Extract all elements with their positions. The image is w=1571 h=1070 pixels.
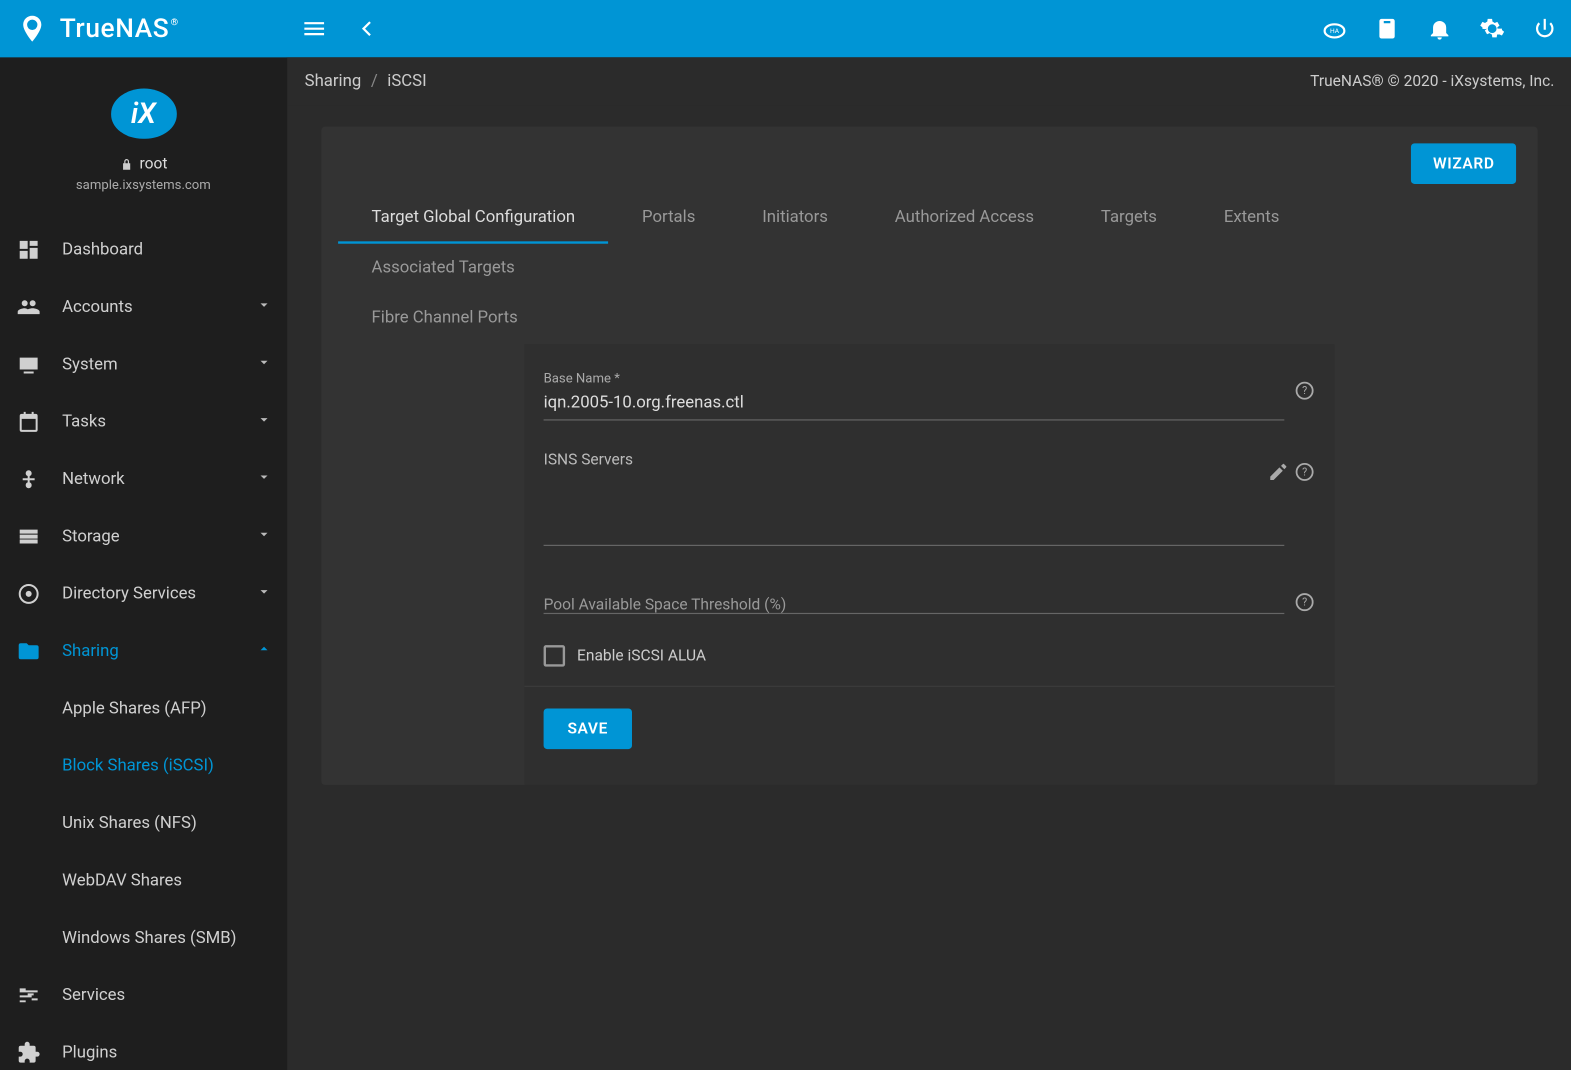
alua-label: Enable iSCSI ALUA <box>577 647 706 665</box>
crumb-separator: / <box>371 72 378 91</box>
tab-target-global[interactable]: Target Global Configuration <box>338 194 608 244</box>
sidebar-item-dashboard[interactable]: Dashboard <box>0 221 287 278</box>
crumb-sharing[interactable]: Sharing <box>305 72 362 91</box>
copyright: TrueNAS® © 2020 - iXsystems, Inc. <box>1310 72 1554 90</box>
ix-logo-block: iX root sample.ixsystems.com <box>0 57 287 204</box>
chevron-down-icon <box>256 354 273 376</box>
sidebar-sub-webdav[interactable]: WebDAV Shares <box>0 852 287 909</box>
svg-text:?: ? <box>1302 596 1307 609</box>
sidebar-sub-afp[interactable]: Apple Shares (AFP) <box>0 680 287 737</box>
svg-text:HA: HA <box>1330 27 1340 35</box>
ix-logo-icon: iX <box>111 88 177 138</box>
help-icon[interactable]: ? <box>1294 461 1316 487</box>
network-icon <box>14 465 43 494</box>
help-icon[interactable]: ? <box>1294 591 1316 617</box>
sidebar-sub-iscsi[interactable]: Block Shares (iSCSI) <box>0 737 287 794</box>
truenas-logo-icon <box>17 13 48 44</box>
isns-servers-input[interactable] <box>544 477 1285 546</box>
system-icon <box>14 350 43 379</box>
chevron-down-icon <box>256 526 273 548</box>
sidebar-item-tasks[interactable]: Tasks <box>0 393 287 450</box>
sidebar-item-label: Network <box>62 470 125 489</box>
tab-fibre-channel[interactable]: Fibre Channel Ports <box>338 294 551 344</box>
svg-text:?: ? <box>1302 465 1307 478</box>
clipboard-icon[interactable] <box>1361 0 1414 57</box>
crumb-iscsi[interactable]: iSCSI <box>387 72 426 91</box>
lock-icon <box>119 157 133 171</box>
accounts-icon <box>14 293 43 322</box>
tab-bar: Target Global Configuration Portals Init… <box>321 194 1537 345</box>
sharing-icon <box>14 637 43 666</box>
save-button[interactable]: SAVE <box>544 708 632 749</box>
sidebar-item-system[interactable]: System <box>0 336 287 393</box>
chevron-down-icon <box>256 296 273 318</box>
sidebar-item-plugins[interactable]: Plugins <box>0 1024 287 1070</box>
iscsi-card: WIZARD Target Global Configuration Porta… <box>321 127 1537 785</box>
sidebar-item-directory[interactable]: Directory Services <box>0 565 287 622</box>
sidebar-item-label: Plugins <box>62 1043 117 1062</box>
directory-icon <box>14 579 43 608</box>
main: Sharing / iSCSI TrueNAS® © 2020 - iXsyst… <box>288 57 1571 1070</box>
sidebar-host: sample.ixsystems.com <box>76 177 211 193</box>
dashboard-icon <box>14 235 43 264</box>
storage-icon <box>14 522 43 551</box>
tab-associated-targets[interactable]: Associated Targets <box>338 244 548 294</box>
sidebar-item-accounts[interactable]: Accounts <box>0 278 287 335</box>
basename-label: Base Name * <box>544 370 1316 386</box>
sidebar-item-label: Sharing <box>62 642 119 661</box>
sidebar: iX root sample.ixsystems.com Dashboard A… <box>0 57 288 1070</box>
sidebar-item-label: System <box>62 355 117 374</box>
tab-authorized-access[interactable]: Authorized Access <box>861 194 1067 244</box>
back-button[interactable] <box>340 0 393 57</box>
notifications-icon[interactable] <box>1413 0 1466 57</box>
alua-checkbox[interactable] <box>544 645 566 667</box>
power-icon[interactable] <box>1518 0 1571 57</box>
topbar: TrueNAS® HA <box>0 0 1571 57</box>
breadcrumb: Sharing / iSCSI TrueNAS® © 2020 - iXsyst… <box>288 57 1571 105</box>
wizard-button[interactable]: WIZARD <box>1412 143 1517 184</box>
sidebar-item-label: Accounts <box>62 297 133 316</box>
sidebar-item-services[interactable]: Services <box>0 967 287 1024</box>
tasks-icon <box>14 407 43 436</box>
services-icon <box>14 981 43 1010</box>
menu-toggle-button[interactable] <box>288 0 341 57</box>
sidebar-item-sharing[interactable]: Sharing <box>0 622 287 679</box>
help-icon[interactable]: ? <box>1294 380 1316 406</box>
tab-extents[interactable]: Extents <box>1190 194 1312 244</box>
sidebar-user: root <box>119 155 167 173</box>
settings-icon[interactable] <box>1466 0 1519 57</box>
sidebar-sub-nfs[interactable]: Unix Shares (NFS) <box>0 794 287 851</box>
tab-initiators[interactable]: Initiators <box>729 194 862 244</box>
ha-status-icon[interactable]: HA <box>1308 0 1361 57</box>
brand[interactable]: TrueNAS® <box>0 13 288 44</box>
sidebar-item-label: Storage <box>62 527 119 546</box>
edit-icon[interactable] <box>1268 461 1290 487</box>
chevron-down-icon <box>256 468 273 490</box>
pool-threshold-input[interactable] <box>544 582 1285 614</box>
global-config-form: Base Name * ? ISNS Servers ? Pool Availa… <box>524 344 1334 785</box>
chevron-down-icon <box>256 583 273 605</box>
isns-label: ISNS Servers <box>544 452 1316 470</box>
sidebar-item-label: Services <box>62 986 125 1005</box>
chevron-down-icon <box>256 411 273 433</box>
sidebar-item-label: Dashboard <box>62 240 143 259</box>
sidebar-item-label: Directory Services <box>62 584 196 603</box>
brand-name: TrueNAS® <box>60 14 170 44</box>
basename-input[interactable] <box>544 388 1285 420</box>
tab-targets[interactable]: Targets <box>1067 194 1190 244</box>
sidebar-item-label: Tasks <box>62 412 106 431</box>
sidebar-item-network[interactable]: Network <box>0 450 287 507</box>
sidebar-sub-smb[interactable]: Windows Shares (SMB) <box>0 909 287 966</box>
chevron-up-icon <box>256 640 273 662</box>
sidebar-username: root <box>140 155 168 173</box>
sidebar-item-storage[interactable]: Storage <box>0 508 287 565</box>
plugins-icon <box>14 1038 43 1067</box>
tab-portals[interactable]: Portals <box>609 194 729 244</box>
svg-text:?: ? <box>1302 384 1307 397</box>
